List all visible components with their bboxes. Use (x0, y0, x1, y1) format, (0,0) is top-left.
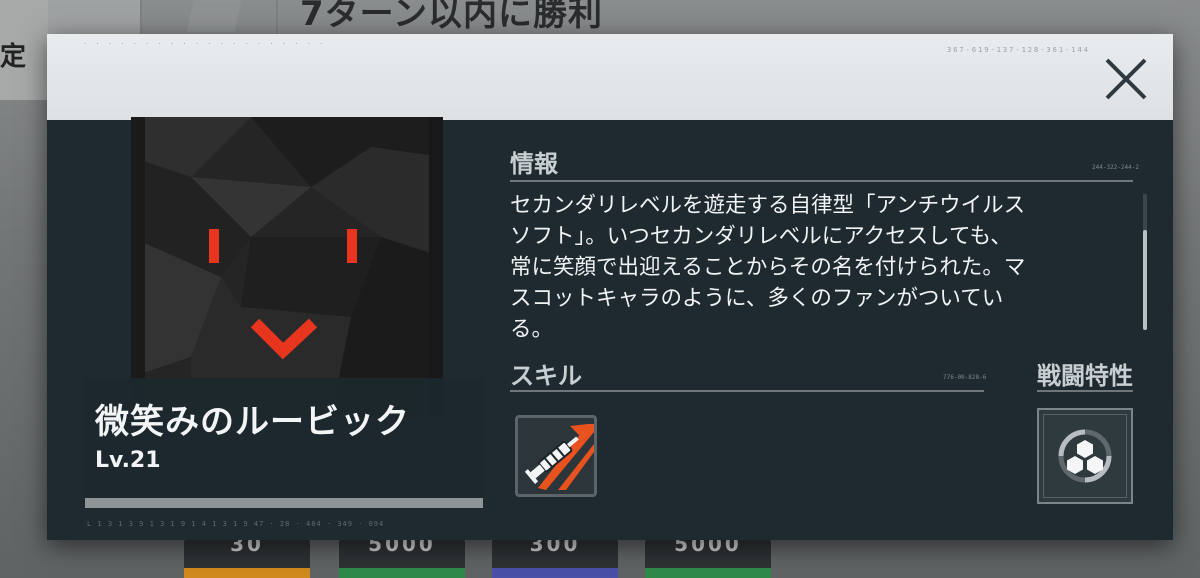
background-mission-title: 7ターン以内に勝利 (300, 0, 603, 34)
info-scrollbar-thumb[interactable] (1143, 230, 1147, 330)
footer-reward-2: 5000 (339, 532, 465, 578)
skill-section-divider (510, 390, 984, 392)
character-info-modal: · · · · · · · · · · · · · · · · · · · · … (47, 34, 1173, 540)
info-section-title: 情報 (510, 150, 558, 178)
character-name: 微笑みのルービック (95, 402, 410, 442)
character-name-plate: 微笑みのルービック Lv.21 (85, 378, 483, 508)
syringe-icon (518, 418, 594, 494)
footer-reward-1: 30 (184, 532, 310, 578)
background-cube-icon (186, 0, 242, 32)
info-line: 常に笑顔で出迎えることからその名を付けられた。マ (510, 255, 1026, 280)
close-button[interactable] (1101, 54, 1151, 104)
skill-button[interactable] (515, 415, 597, 497)
combat-trait-button[interactable] (1037, 408, 1133, 504)
info-section-code: 244-322-244-2 (1092, 164, 1139, 171)
smiling-cube-face-icon (131, 117, 443, 417)
character-portrait (131, 117, 443, 417)
background-tab-label: 定 (0, 42, 27, 72)
character-id-strip: L 1 3 1 3 9 1 3 1 9 1 4 1 3 1 9 47 · 28 … (87, 520, 385, 528)
info-line: セカンダリレベルを遊走する自律型「アンチウイルス (510, 193, 1026, 218)
info-description: セカンダリレベルを遊走する自律型「アンチウイルス ソフト」。いつセカンダリレベル… (510, 190, 1150, 345)
info-line: る。 (510, 317, 554, 342)
trait-section-divider (1037, 390, 1133, 392)
header-code-left: · · · · · · · · · · · · · · · · · · · · (83, 40, 326, 48)
skill-section-title: スキル (510, 362, 582, 390)
character-level: Lv.21 (95, 448, 161, 473)
hexagon-cluster-icon (1058, 429, 1112, 483)
info-line: スコットキャラのように、多くのファンがついてい (510, 286, 1004, 311)
modal-header: · · · · · · · · · · · · · · · · · · · · … (47, 34, 1173, 120)
footer-reward-3: 300 (492, 532, 618, 578)
trait-section-title: 戦闘特性 (1037, 362, 1133, 390)
background-tab: 定 (0, 0, 48, 100)
name-plate-bar (85, 498, 483, 508)
close-icon (1105, 58, 1147, 100)
background-divider (276, 0, 278, 34)
skill-section-code: 776-00-828-6 (943, 374, 987, 381)
header-code-right: 367-619-137-128-361-144 (947, 46, 1090, 54)
footer-reward-4: 5000 (645, 532, 771, 578)
info-section-divider (510, 180, 1133, 182)
info-line: ソフト」。いつセカンダリレベルにアクセスしても、 (510, 224, 1012, 249)
info-scrollbar[interactable] (1143, 194, 1147, 330)
